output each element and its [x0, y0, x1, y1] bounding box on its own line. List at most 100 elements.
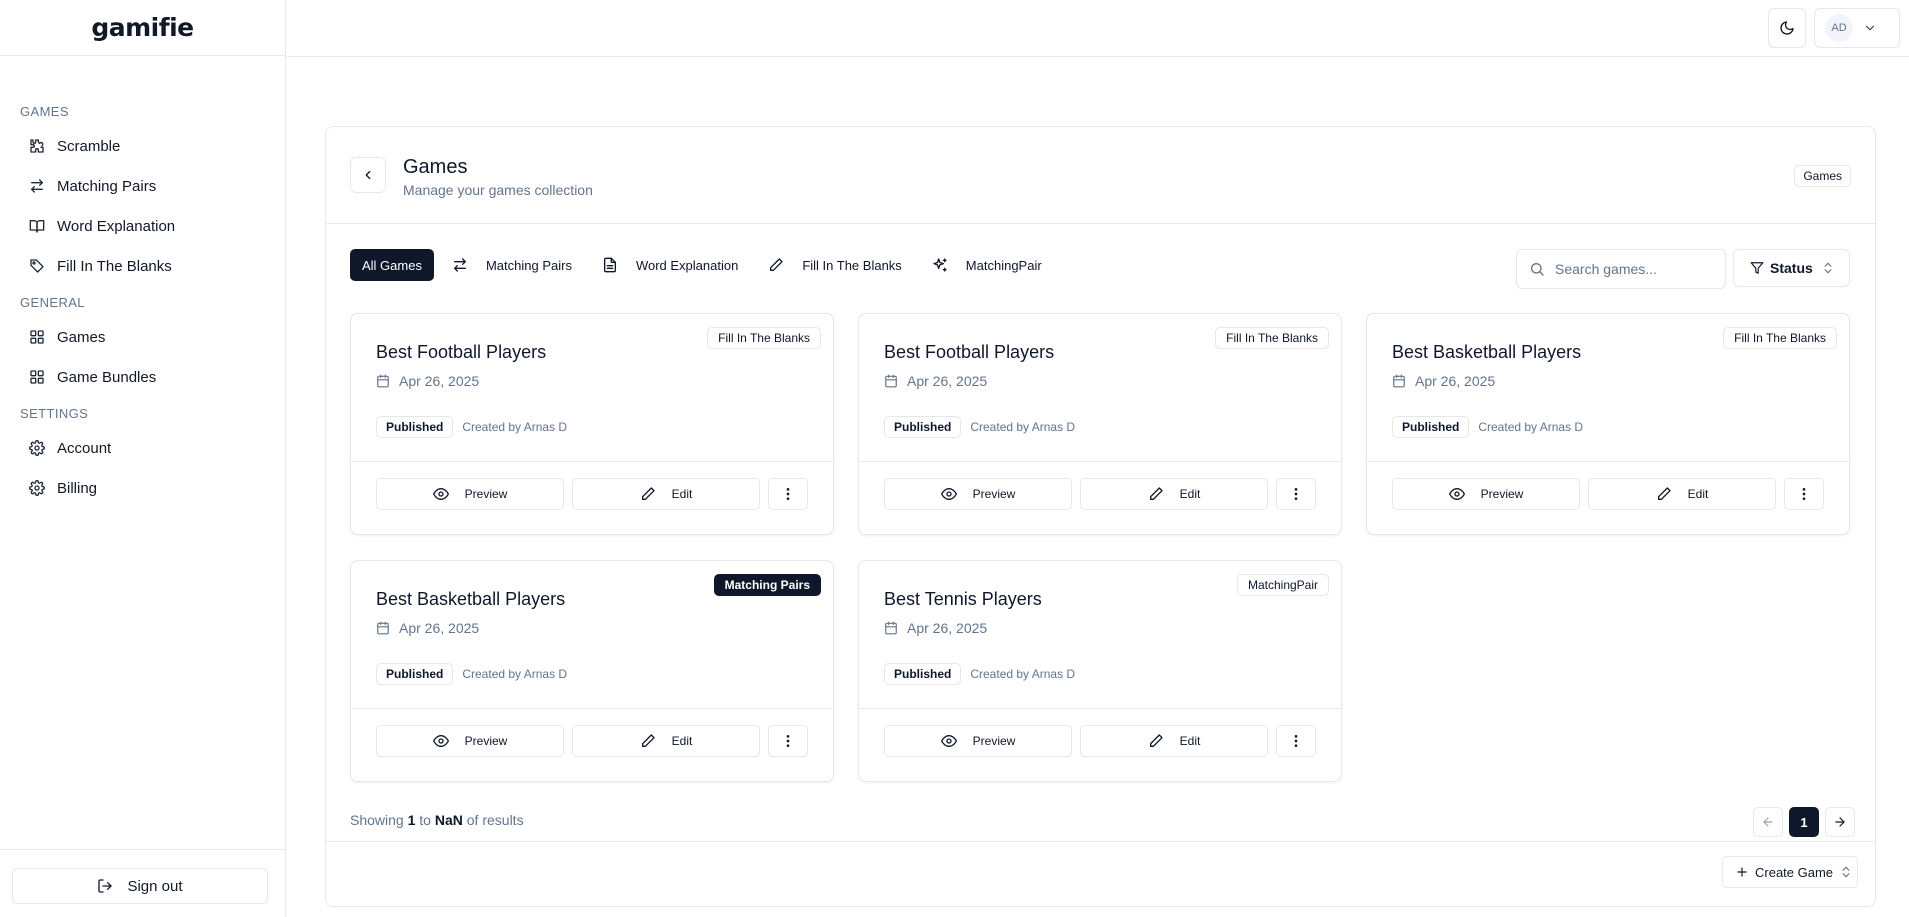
avatar: AD — [1825, 14, 1853, 42]
sidebar-item-label: Account — [57, 439, 112, 457]
page-title: Games — [403, 156, 468, 178]
game-card[interactable]: Fill In The Blanks Best Football Players A… — [858, 313, 1342, 535]
card-actions: Preview Edit — [1392, 478, 1824, 510]
edit-button[interactable]: Edit — [572, 725, 760, 757]
more-vertical-icon — [1288, 486, 1304, 502]
more-options-button[interactable] — [768, 478, 808, 510]
status-filter-label: Status — [1770, 260, 1813, 276]
card-divider — [859, 461, 1341, 462]
sidebar-item-scramble[interactable]: Scramble — [20, 126, 265, 166]
sidebar-item-matching-pairs[interactable]: Matching Pairs — [20, 166, 265, 206]
pencil-icon — [1148, 486, 1164, 502]
tab-matchingpair[interactable]: MatchingPair — [914, 249, 1054, 281]
preview-label: Preview — [972, 734, 1016, 748]
game-creator: Created by Arnas D — [1478, 420, 1584, 434]
preview-button[interactable]: Preview — [884, 478, 1072, 510]
results-summary: Showing 1 to NaN of results — [350, 812, 524, 828]
results-suffix: of results — [466, 812, 524, 828]
more-options-button[interactable] — [1784, 478, 1824, 510]
sidebar-item-game-bundles[interactable]: Game Bundles — [20, 357, 265, 397]
prev-page-button[interactable] — [1753, 807, 1783, 837]
game-type-badge: Fill In The Blanks — [1215, 327, 1329, 349]
gear-icon — [29, 440, 45, 456]
more-options-button[interactable] — [768, 725, 808, 757]
tab-fill-in-the-blanks[interactable]: Fill In The Blanks — [750, 249, 913, 281]
game-title[interactable]: Best Tennis Players — [884, 589, 1042, 610]
sidebar: gamifie GAMES Scramble Matching Pairs Wo… — [0, 0, 286, 917]
tab-word-explanation[interactable]: Word Explanation — [584, 249, 750, 281]
preview-button[interactable]: Preview — [376, 478, 564, 510]
card-actions: Preview Edit — [376, 725, 808, 757]
page-button[interactable]: 1 — [1789, 807, 1819, 837]
game-title[interactable]: Best Football Players — [376, 342, 546, 363]
sidebar-item-label: Billing — [57, 479, 98, 497]
results-from: 1 — [407, 812, 416, 828]
arrows-left-right-icon — [29, 178, 45, 194]
create-game-button[interactable]: Create Game — [1722, 856, 1858, 888]
game-card[interactable]: Fill In The Blanks Best Basketball Player… — [1366, 313, 1850, 535]
arrow-left-icon — [1761, 815, 1775, 829]
edit-button[interactable]: Edit — [572, 478, 760, 510]
user-menu-button[interactable]: AD — [1814, 8, 1900, 48]
edit-button[interactable]: Edit — [1080, 725, 1268, 757]
tab-matching-pairs[interactable]: Matching Pairs — [434, 249, 584, 281]
edit-button[interactable]: Edit — [1588, 478, 1776, 510]
sidebar-item-fill-in-the-blanks[interactable]: Fill In The Blanks — [20, 246, 265, 286]
gear-icon — [29, 480, 45, 496]
sidebar-item-label: Games — [57, 328, 106, 346]
sidebar-footer: Sign out — [0, 849, 286, 917]
tag-icon — [29, 258, 45, 274]
sidebar-item-label: Scramble — [57, 137, 121, 155]
sidebar-item-word-explanation[interactable]: Word Explanation — [20, 206, 265, 246]
panel-header: Games Manage your games collection Games — [326, 127, 1875, 224]
game-card[interactable]: MatchingPair Best Tennis Players Apr 26, 2… — [858, 560, 1342, 782]
tab-label: Word Explanation — [635, 257, 739, 273]
nav-section-title: GENERAL — [20, 295, 85, 310]
game-title[interactable]: Best Football Players — [884, 342, 1054, 363]
nav-group-general: GENERAL Games Game Bundles — [20, 295, 265, 397]
preview-button[interactable]: Preview — [1392, 478, 1580, 510]
game-type-tabs: All Games Matching Pairs Word Explanatio… — [350, 249, 1054, 281]
game-date: Apr 26, 2025 — [884, 620, 987, 636]
game-title[interactable]: Best Basketball Players — [376, 589, 565, 610]
eye-icon — [1448, 486, 1465, 502]
theme-toggle-button[interactable] — [1768, 8, 1806, 48]
game-date-text: Apr 26, 2025 — [907, 373, 988, 389]
puzzle-icon — [29, 138, 45, 154]
game-meta: Published Created by Arnas D — [376, 663, 567, 685]
nav-group-games: GAMES Scramble Matching Pairs Word Expla… — [20, 104, 265, 286]
breadcrumb[interactable]: Games — [1794, 165, 1851, 187]
edit-button[interactable]: Edit — [1080, 478, 1268, 510]
back-button[interactable] — [350, 157, 386, 193]
game-title[interactable]: Best Basketball Players — [1392, 342, 1581, 363]
book-open-icon — [29, 218, 45, 234]
eye-icon — [940, 486, 957, 502]
sign-out-button[interactable]: Sign out — [12, 868, 268, 904]
more-options-button[interactable] — [1276, 478, 1316, 510]
grid-icon — [29, 369, 45, 385]
sidebar-item-account[interactable]: Account — [20, 428, 265, 468]
tab-all-games[interactable]: All Games — [350, 249, 434, 281]
preview-button[interactable]: Preview — [884, 725, 1072, 757]
tab-label: MatchingPair — [965, 257, 1042, 273]
status-filter-button[interactable]: Status — [1733, 249, 1850, 287]
status-badge: Published — [1392, 416, 1470, 438]
next-page-button[interactable] — [1825, 807, 1855, 837]
game-meta: Published Created by Arnas D — [884, 663, 1075, 685]
sidebar-item-games[interactable]: Games — [20, 317, 265, 357]
logo[interactable]: gamifie — [0, 0, 285, 56]
more-options-button[interactable] — [1276, 725, 1316, 757]
game-card[interactable]: Matching Pairs Best Basketball Players Apr… — [350, 560, 834, 782]
nav-group-settings: SETTINGS Account Billing — [20, 406, 265, 508]
game-card[interactable]: Fill In The Blanks Best Football Players A… — [350, 313, 834, 535]
sidebar-item-billing[interactable]: Billing — [20, 468, 265, 508]
search-input[interactable] — [1555, 261, 1705, 277]
preview-label: Preview — [972, 487, 1016, 501]
sidebar-item-label: Matching Pairs — [57, 177, 157, 195]
card-divider — [859, 708, 1341, 709]
pencil-icon — [640, 733, 656, 749]
eye-icon — [940, 733, 957, 749]
logo-text: gamifie — [91, 13, 194, 42]
game-date-text: Apr 26, 2025 — [1415, 373, 1496, 389]
preview-button[interactable]: Preview — [376, 725, 564, 757]
